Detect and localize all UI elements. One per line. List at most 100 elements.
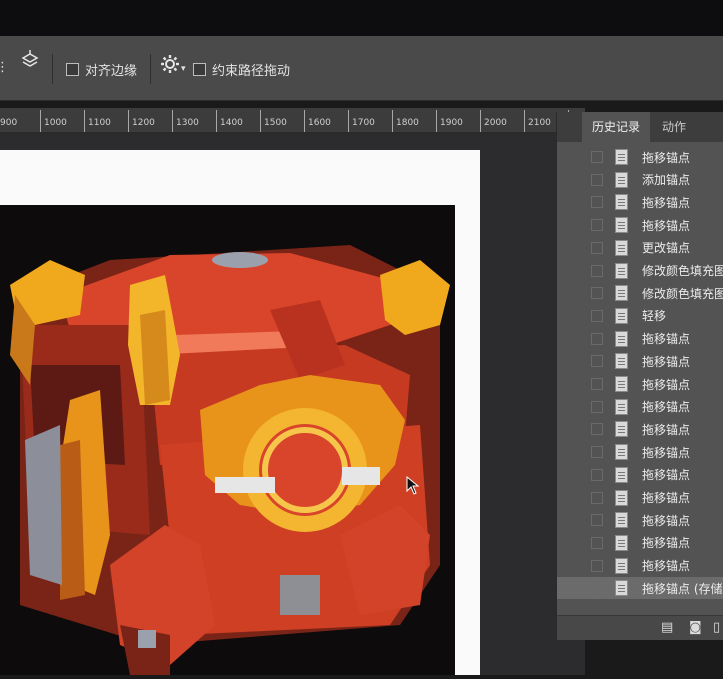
constrain-path-label: 约束路径拖动 [212, 64, 291, 79]
history-state-row[interactable]: 拖移锚点 [557, 191, 723, 213]
trash-icon[interactable]: ▯ [713, 620, 720, 635]
history-state-row[interactable]: 拖移锚点 [557, 214, 723, 236]
align-edges-label: 对齐边缘 [85, 64, 138, 79]
history-state-icon [615, 239, 628, 256]
panel-tabs: 历史记录 动作 [557, 112, 723, 142]
history-state-icon [615, 557, 628, 574]
history-source-checkbox[interactable] [591, 309, 603, 322]
mouse-cursor-icon [406, 476, 420, 495]
ruler-tick: 1500 [264, 118, 287, 128]
history-source-checkbox[interactable] [591, 219, 603, 232]
history-source-checkbox[interactable] [591, 355, 603, 368]
history-state-icon [615, 171, 628, 188]
history-state-row[interactable]: 拖移锚点 (存储) [557, 577, 723, 600]
history-source-checkbox[interactable] [591, 400, 603, 413]
path-arrange-icon[interactable] [20, 50, 40, 72]
history-state-row[interactable]: 拖移锚点 [557, 396, 723, 418]
history-source-checkbox[interactable] [591, 559, 603, 572]
history-state-row[interactable]: 轻移 [557, 305, 723, 327]
history-state-icon [615, 149, 628, 165]
history-state-icon [615, 194, 628, 211]
history-state-icon [615, 466, 628, 483]
monitor-top-bezel [0, 0, 723, 36]
history-state-icon [615, 285, 628, 302]
artwork-layer[interactable] [0, 205, 455, 675]
history-state-row[interactable]: 拖移锚点 [557, 146, 723, 168]
path-options-icon[interactable]: ⋮ [0, 60, 9, 75]
history-state-row[interactable]: 拖移锚点 [557, 555, 723, 577]
history-state-label: 添加锚点 [642, 173, 691, 188]
align-edges-option[interactable]: 对齐边缘 [66, 60, 137, 79]
history-state-row[interactable]: 拖移锚点 [557, 487, 723, 509]
history-state-row[interactable]: 拖移锚点 [557, 532, 723, 554]
history-source-checkbox[interactable] [591, 378, 603, 390]
history-source-checkbox[interactable] [591, 151, 603, 163]
history-state-label: 拖移锚点 [642, 218, 691, 233]
history-state-label: 拖移锚点 [642, 422, 691, 437]
ruler-tick: 2000 [484, 118, 507, 128]
history-source-checkbox[interactable] [591, 287, 603, 300]
separator [52, 54, 53, 84]
history-state-icon [615, 307, 628, 324]
history-state-label: 修改颜色填充图层 [642, 286, 723, 301]
history-state-label: 拖移锚点 [642, 354, 691, 369]
history-state-row[interactable]: 拖移锚点 [557, 441, 723, 463]
history-state-label: 拖移锚点 [642, 536, 691, 551]
history-source-checkbox[interactable] [591, 332, 603, 345]
ruler-tick: 2100 [528, 118, 551, 128]
history-state-row[interactable]: 拖移锚点 [557, 418, 723, 440]
ruler-tick: 1800 [396, 118, 419, 128]
ruler-tick: 1000 [44, 118, 67, 128]
gear-icon[interactable] [160, 54, 180, 74]
history-source-checkbox[interactable] [591, 491, 603, 504]
tab-history[interactable]: 历史记录 [582, 112, 651, 142]
ruler-tick: 1600 [308, 118, 331, 128]
history-state-icon [615, 353, 628, 370]
separator [150, 54, 151, 84]
history-state-row[interactable]: 拖移锚点 [557, 350, 723, 372]
ruler-tick: 900 [0, 118, 18, 128]
history-source-checkbox[interactable] [591, 173, 603, 186]
constrain-path-option[interactable]: 约束路径拖动 [193, 60, 290, 79]
history-state-icon [615, 534, 628, 551]
history-state-label: 轻移 [642, 309, 667, 324]
history-state-label: 修改颜色填充图层 [642, 264, 723, 278]
ruler-tick: 1300 [176, 118, 199, 128]
history-state-row[interactable]: 修改颜色填充图层 [557, 282, 723, 304]
history-state-row[interactable]: 拖移锚点 [557, 464, 723, 486]
ruler-tick: 1100 [88, 118, 111, 128]
history-state-label: 更改锚点 [642, 241, 691, 256]
history-source-checkbox[interactable] [591, 446, 603, 459]
ruler-tick: 1700 [352, 118, 375, 128]
history-panel: 历史记录 动作 拖移锚点添加锚点拖移锚点拖移锚点更改锚点修改颜色填充图层修改颜色… [556, 112, 723, 640]
history-state-row[interactable]: 拖移锚点 [557, 328, 723, 350]
history-state-row[interactable]: 拖移锚点 [557, 509, 723, 531]
history-source-checkbox[interactable] [591, 536, 603, 549]
history-source-checkbox[interactable] [591, 196, 603, 209]
history-state-row[interactable]: 更改锚点 [557, 237, 723, 259]
history-state-row[interactable]: 拖移锚点 [557, 373, 723, 395]
history-source-checkbox[interactable] [591, 241, 603, 254]
history-panel-footer: ▤ ◙ ▯ [557, 615, 723, 640]
history-state-icon [615, 262, 628, 279]
history-state-icon [615, 444, 628, 461]
gear-dropdown-icon[interactable]: ▾ [181, 64, 186, 74]
history-source-checkbox[interactable] [591, 468, 603, 481]
history-source-checkbox[interactable] [591, 514, 603, 527]
history-state-icon [615, 512, 628, 529]
snapshot-camera-icon[interactable]: ◙ [689, 620, 702, 635]
history-state-label: 拖移锚点 [642, 468, 691, 483]
history-state-row[interactable]: 修改颜色填充图层 [557, 260, 723, 282]
history-state-icon [615, 217, 628, 234]
align-edges-checkbox[interactable] [66, 63, 79, 76]
new-document-from-state-icon[interactable]: ▤ [661, 620, 673, 635]
history-state-row[interactable]: 添加锚点 [557, 169, 723, 191]
history-state-icon [615, 421, 628, 438]
history-source-checkbox[interactable] [591, 264, 603, 277]
ruler-tick: 1400 [220, 118, 243, 128]
constrain-path-checkbox[interactable] [193, 63, 206, 76]
tab-actions[interactable]: 动作 [652, 112, 696, 142]
history-state-label: 拖移锚点 (存储) [642, 581, 723, 596]
history-source-checkbox[interactable] [591, 423, 603, 436]
history-source-checkbox[interactable] [591, 582, 603, 595]
